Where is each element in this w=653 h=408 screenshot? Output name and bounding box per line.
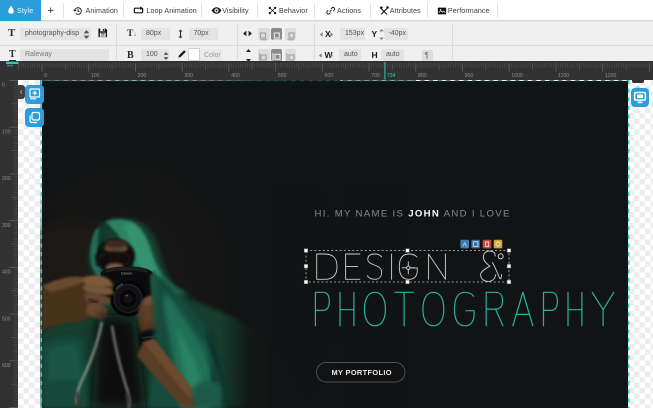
- svg-text:600: 600: [2, 363, 11, 369]
- svg-text:800: 800: [418, 73, 427, 79]
- svg-text:300: 300: [2, 223, 11, 229]
- svg-text:1200: 1200: [605, 73, 617, 79]
- svg-text:700: 700: [371, 73, 380, 79]
- svg-text:200: 200: [2, 176, 11, 182]
- svg-text:734: 734: [387, 73, 396, 79]
- svg-text:600: 600: [325, 73, 334, 79]
- svg-text:400: 400: [2, 270, 11, 276]
- svg-text:300: 300: [184, 73, 193, 79]
- svg-text:A: A: [463, 242, 468, 249]
- svg-text:500: 500: [2, 316, 11, 322]
- svg-text:1100: 1100: [558, 73, 569, 79]
- svg-text:0: 0: [44, 73, 47, 79]
- svg-text:0: 0: [2, 83, 5, 89]
- svg-text:900: 900: [465, 73, 474, 79]
- svg-text:1000: 1000: [511, 73, 523, 79]
- svg-text:200: 200: [138, 73, 147, 79]
- svg-text:500: 500: [278, 73, 287, 79]
- svg-text:400: 400: [231, 73, 240, 79]
- svg-text:100: 100: [91, 73, 100, 79]
- svg-text:100: 100: [2, 129, 11, 135]
- svg-text:MY PORTFOLIO: MY PORTFOLIO: [332, 368, 392, 377]
- svg-text:HI. MY NAME IS JOHN AND I LOVE: HI. MY NAME IS JOHN AND I LOVE: [315, 208, 511, 219]
